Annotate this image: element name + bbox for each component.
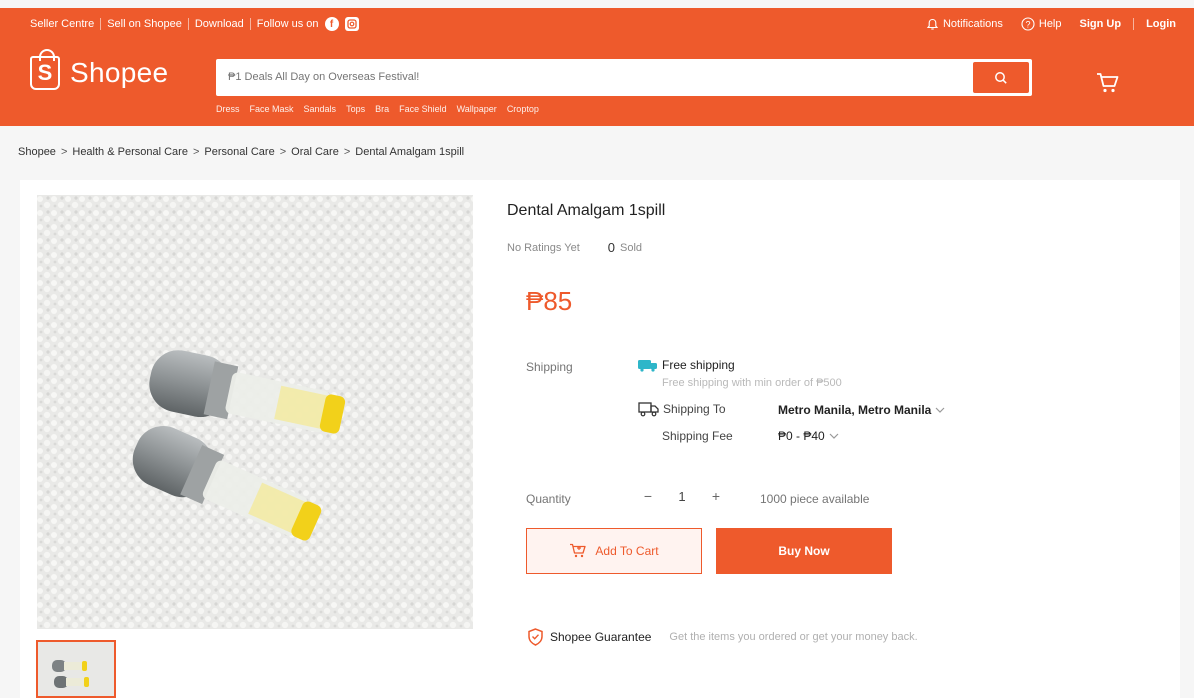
product-main-image[interactable]	[37, 195, 473, 629]
stock-available: 1000 piece available	[760, 492, 870, 506]
product-page: Seller Centre Sell on Shopee Download Fo…	[0, 0, 1194, 698]
shipping-label: Shipping	[526, 360, 573, 374]
increase-quantity-button[interactable]: +	[702, 488, 730, 504]
chevron-down-icon	[935, 407, 945, 413]
facebook-icon[interactable]: f	[324, 17, 339, 31]
add-to-cart-label: Add To Cart	[595, 544, 659, 558]
suggestion-link[interactable]: Tops	[346, 104, 365, 114]
breadcrumb-current: Dental Amalgam 1spill	[355, 146, 465, 158]
chevron-down-icon	[829, 433, 839, 439]
guarantee-text: Get the items you ordered or get your mo…	[669, 631, 918, 643]
breadcrumb-item[interactable]: Health & Personal Care	[72, 146, 188, 158]
search-suggestions: Dress Face Mask Sandals Tops Bra Face Sh…	[216, 104, 549, 114]
notifications-label: Notifications	[942, 18, 1003, 30]
breadcrumb-item[interactable]: Personal Care	[204, 146, 274, 158]
chevron-right-icon: >	[60, 146, 68, 158]
search-button[interactable]	[973, 62, 1029, 93]
follow-us-label: Follow us on	[256, 18, 319, 30]
quantity-input[interactable]: 1	[662, 489, 702, 504]
suggestion-link[interactable]: Dress	[216, 104, 240, 114]
add-to-cart-button[interactable]: Add To Cart	[526, 528, 702, 574]
shield-icon	[528, 628, 543, 646]
breadcrumb-item[interactable]: Shopee	[18, 146, 56, 158]
buy-now-button[interactable]: Buy Now	[716, 528, 892, 574]
divider	[249, 18, 251, 30]
suggestion-link[interactable]: Wallpaper	[457, 104, 497, 114]
shopee-logo[interactable]: S Shopee	[30, 49, 169, 90]
download-link[interactable]: Download	[195, 18, 244, 30]
help-link[interactable]: ? Help	[1021, 17, 1062, 31]
search-icon	[995, 71, 1007, 84]
shopee-guarantee: Shopee Guarantee Get the items you order…	[527, 628, 918, 646]
signup-link[interactable]: Sign Up	[1080, 18, 1122, 30]
notifications-link[interactable]: Notifications	[926, 18, 1003, 31]
chevron-right-icon: >	[343, 146, 351, 158]
svg-text:?: ?	[1025, 19, 1030, 29]
suggestion-link[interactable]: Face Shield	[399, 104, 447, 114]
suggestion-link[interactable]: Face Mask	[250, 104, 294, 114]
product-price: ₱85	[526, 286, 573, 316]
help-label: Help	[1038, 18, 1062, 30]
top-bar: Seller Centre Sell on Shopee Download Fo…	[0, 8, 1194, 40]
cart-icon	[1097, 73, 1119, 93]
suggestion-link[interactable]: Croptop	[507, 104, 539, 114]
breadcrumb-item[interactable]: Oral Care	[291, 146, 339, 158]
search-bar	[216, 59, 1032, 96]
top-right-links: Notifications ? Help Sign Up Login	[908, 17, 1176, 31]
logo-text: Shopee	[70, 57, 169, 88]
ratings-text: No Ratings Yet	[507, 241, 580, 254]
suggestion-link[interactable]: Sandals	[304, 104, 337, 114]
search-input[interactable]	[228, 59, 968, 96]
free-shipping-row: Free shipping	[638, 358, 735, 372]
shipping-fee-value: ₱0 - ₱40	[778, 429, 825, 443]
free-shipping-title: Free shipping	[662, 358, 735, 372]
decrease-quantity-button[interactable]: −	[634, 488, 662, 504]
cart-button[interactable]	[1096, 72, 1120, 99]
sold-label: Sold	[620, 241, 643, 254]
free-shipping-icon	[638, 359, 657, 372]
truck-icon	[638, 402, 659, 417]
shipping-to-row: Shipping To	[638, 401, 726, 417]
add-cart-icon	[570, 543, 587, 558]
divider	[1133, 18, 1135, 30]
guarantee-title: Shopee Guarantee	[550, 630, 652, 644]
divider	[187, 18, 189, 30]
quantity-label: Quantity	[526, 492, 571, 506]
instagram-icon[interactable]	[344, 17, 359, 31]
divider	[100, 18, 102, 30]
shipping-fee-label: Shipping Fee	[662, 429, 733, 443]
sold-count: 0	[607, 240, 616, 255]
shipping-destination-select[interactable]: Metro Manila, Metro Manila	[778, 403, 945, 417]
site-header: Seller Centre Sell on Shopee Download Fo…	[0, 8, 1194, 126]
product-title: Dental Amalgam 1spill	[507, 202, 666, 219]
suggestion-link[interactable]: Bra	[375, 104, 389, 114]
product-thumbnail[interactable]	[36, 640, 116, 698]
top-left-links: Seller Centre Sell on Shopee Download Fo…	[30, 17, 359, 31]
quantity-stepper: − 1 +	[634, 488, 730, 504]
shipping-fee-select[interactable]: ₱0 - ₱40	[778, 429, 839, 443]
product-meta: No Ratings Yet 0 Sold	[507, 240, 642, 255]
shipping-destination-value: Metro Manila, Metro Manila	[778, 403, 932, 417]
bell-icon	[926, 18, 939, 30]
breadcrumb: Shopee > Health & Personal Care > Person…	[18, 146, 464, 158]
shipping-to-label: Shipping To	[663, 402, 726, 416]
shopping-bag-icon: S	[30, 49, 60, 90]
sell-on-shopee-link[interactable]: Sell on Shopee	[107, 18, 182, 30]
chevron-right-icon: >	[192, 146, 200, 158]
help-icon: ?	[1021, 17, 1035, 31]
free-shipping-note: Free shipping with min order of ₱500	[662, 377, 842, 389]
seller-centre-link[interactable]: Seller Centre	[30, 18, 94, 30]
chevron-right-icon: >	[279, 146, 287, 158]
login-link[interactable]: Login	[1146, 18, 1176, 30]
